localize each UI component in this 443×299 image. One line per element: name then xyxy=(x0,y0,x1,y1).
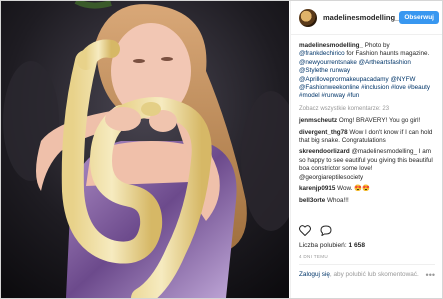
header-username[interactable]: madelinesmodelling_ xyxy=(323,13,399,22)
comment-username[interactable]: karenjp0915 xyxy=(299,185,335,192)
login-text: , aby polubić lub skomentować. xyxy=(329,271,419,278)
hashtag-link[interactable]: #love xyxy=(391,84,406,91)
comment-username[interactable]: jenmscheutz xyxy=(299,117,337,124)
comment-text: Omg! BRAVERY! You go girl! xyxy=(337,117,421,125)
caption-text: Photo by xyxy=(363,42,390,49)
post-side-panel: madelinesmodelling_ Obserwuj madelinesmo… xyxy=(290,1,442,298)
action-bar xyxy=(299,225,332,236)
comment-username[interactable]: divergent_thg78 xyxy=(299,129,348,136)
login-link[interactable]: Zaloguj się xyxy=(299,271,330,278)
mention-link[interactable]: @Fashionweekonline xyxy=(299,84,359,91)
hashtag-link[interactable]: #model xyxy=(299,92,320,99)
comment: skreendoorlizard @madelinesmodelling_ I … xyxy=(299,148,435,182)
comment-text: Wow. 😍😍 xyxy=(335,185,370,193)
login-prompt: Zaloguj się, aby polubić lub skomentować… xyxy=(299,271,435,278)
photo-illustration xyxy=(1,1,289,298)
comment: jenmscheutz Omg! BRAVERY! You go girl! xyxy=(299,117,435,125)
more-options-icon[interactable]: ••• xyxy=(426,270,435,280)
comments-area: madelinesmodelling_ Photo by @frankdechi… xyxy=(291,35,442,205)
likes-number[interactable]: 1 658 xyxy=(349,242,366,249)
divider xyxy=(299,264,435,265)
caption-text: for Fashion haunts magazine. xyxy=(344,50,430,58)
comment-icon[interactable] xyxy=(320,225,332,236)
comment-text: Whoa!!! xyxy=(325,196,349,204)
comment-username[interactable]: bell3orte xyxy=(299,197,325,204)
caption: madelinesmodelling_ Photo by @frankdechi… xyxy=(299,42,435,101)
follow-button[interactable]: Obserwuj xyxy=(399,11,439,24)
mention-link[interactable]: @Stylethe runway xyxy=(299,67,350,74)
hashtag-link[interactable]: #runway xyxy=(321,92,345,99)
comment: bell3orte Whoa!!! xyxy=(299,197,435,205)
comment-username[interactable]: skreendoorlizard xyxy=(299,148,350,155)
comment: karenjp0915 Wow. 😍😍 xyxy=(299,185,435,193)
mention-link[interactable]: @NYFW xyxy=(390,76,415,83)
mention-link[interactable]: @Aprilloveprormakeupacadamy xyxy=(299,76,389,83)
likes-count: Liczba polubień: 1 658 xyxy=(299,242,365,249)
hashtag-link[interactable]: #fun xyxy=(347,92,359,99)
hashtag-link[interactable]: #inclusion xyxy=(361,84,389,91)
post-time: 4 DNI TEMU xyxy=(299,254,328,259)
heart-icon[interactable] xyxy=(299,225,311,236)
post-header: madelinesmodelling_ Obserwuj xyxy=(291,1,442,35)
post-photo xyxy=(1,1,289,298)
mention-link[interactable]: @newyourrentsnake xyxy=(299,59,357,66)
mention-link[interactable]: @Artheartsfashion xyxy=(359,59,411,66)
comment: divergent_thg78 Wow I don't know if I ca… xyxy=(299,129,435,146)
likes-label: Liczba polubień: xyxy=(299,242,347,249)
hashtag-link[interactable]: #beauty xyxy=(408,84,430,91)
mention-link[interactable]: @frankdechirico xyxy=(299,50,345,57)
caption-username[interactable]: madelinesmodelling_ xyxy=(299,42,363,49)
avatar[interactable] xyxy=(299,8,317,27)
instagram-post-embed: madelinesmodelling_ Obserwuj madelinesmo… xyxy=(0,0,443,299)
load-more-comments[interactable]: Zobacz wszystkie komentarze: 23 xyxy=(299,105,435,113)
